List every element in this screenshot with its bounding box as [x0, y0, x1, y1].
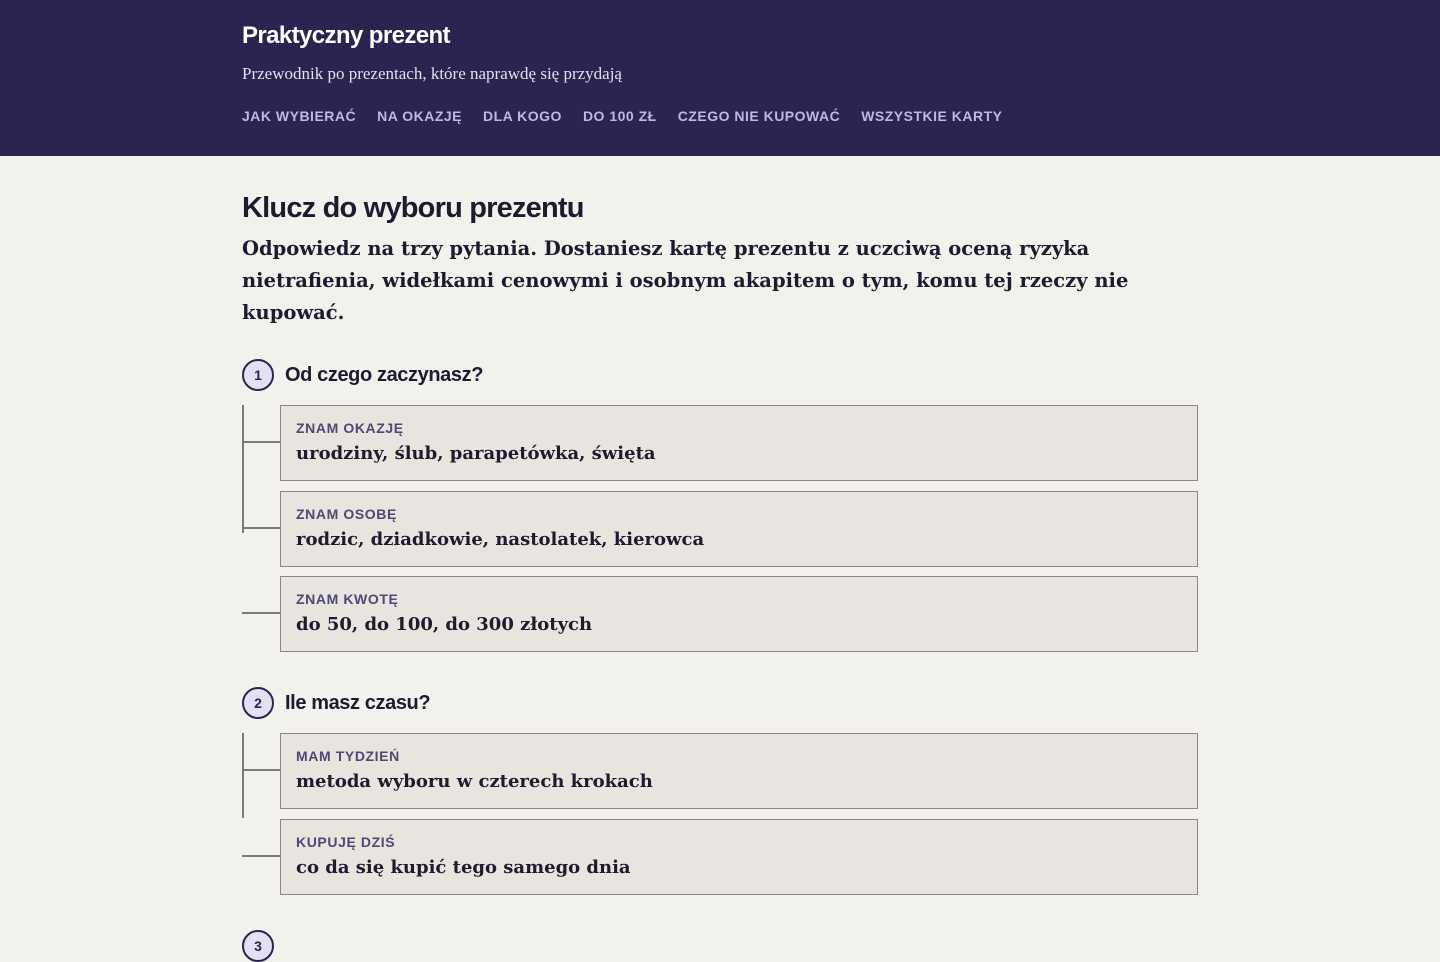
- nav-link-all-cards[interactable]: WSZYSTKIE KARTY: [861, 108, 1002, 124]
- tree-branch-line: [242, 612, 281, 614]
- site-header: Praktyczny prezent Przewodnik po prezent…: [0, 0, 1440, 156]
- step-number-badge: 1: [242, 359, 274, 391]
- option-card-today[interactable]: KUPUJĘ DZIŚ co da się kupić tego samego …: [280, 818, 1198, 895]
- tree-branch-line: [242, 854, 281, 857]
- option-card-occasion[interactable]: ZNAM OKAZJĘ urodziny, ślub, parapetówka,…: [280, 405, 1198, 481]
- option-row: ZNAM OSOBĘ rodzic, dziadkowie, nastolate…: [242, 490, 1198, 567]
- option-row: KUPUJĘ DZIŚ co da się kupić tego samego …: [242, 818, 1198, 895]
- step-number-badge: 3: [242, 929, 274, 962]
- option-text: urodziny, ślub, parapetówka, święta: [296, 443, 656, 464]
- option-card-amount[interactable]: ZNAM KWOTĘ do 50, do 100, do 300 złotych: [280, 576, 1198, 652]
- option-label: KUPUJĘ DZIŚ: [296, 833, 396, 850]
- site-tagline: Przewodnik po prezentach, które naprawdę…: [242, 64, 622, 83]
- main-content: Klucz do wyboru prezentu Odpowiedz na tr…: [242, 156, 1198, 962]
- tree-branch-line: [242, 769, 281, 771]
- option-row: ZNAM OKAZJĘ urodziny, ślub, parapetówka,…: [242, 405, 1198, 481]
- step-question: Ile masz czasu?: [285, 691, 431, 714]
- step-number-badge: 2: [242, 687, 274, 719]
- step-header: 2 Ile masz czasu?: [242, 687, 1198, 719]
- option-label: MAM TYDZIEŃ: [296, 748, 400, 764]
- nav-link-occasion[interactable]: NA OKAZJĘ: [377, 108, 462, 124]
- option-row: MAM TYDZIEŃ metoda wyboru w czterech kro…: [242, 733, 1198, 809]
- main-nav: JAK WYBIERAĆ NA OKAZJĘ DLA KOGO DO 100 Z…: [242, 108, 1002, 124]
- step-3: 3: [242, 929, 1198, 962]
- option-card-week[interactable]: MAM TYDZIEŃ metoda wyboru w czterech kro…: [280, 733, 1198, 809]
- lead-paragraph: Odpowiedz na trzy pytania. Dostaniesz ka…: [242, 237, 1129, 324]
- option-text: do 50, do 100, do 300 złotych: [296, 614, 593, 635]
- step-header: 3: [242, 929, 1198, 962]
- option-label: ZNAM OKAZJĘ: [296, 420, 404, 436]
- site-title[interactable]: Praktyczny prezent: [242, 22, 451, 50]
- step-question: Od czego zaczynasz?: [285, 363, 484, 386]
- step-options: MAM TYDZIEŃ metoda wyboru w czterech kro…: [242, 733, 1198, 895]
- option-label: ZNAM KWOTĘ: [296, 591, 399, 607]
- step-options: ZNAM OKAZJĘ urodziny, ślub, parapetówka,…: [242, 405, 1198, 652]
- option-text: metoda wyboru w czterech krokach: [296, 771, 653, 792]
- nav-link-for-whom[interactable]: DLA KOGO: [483, 108, 562, 124]
- tree-branch-line: [242, 441, 281, 443]
- option-card-person[interactable]: ZNAM OSOBĘ rodzic, dziadkowie, nastolate…: [280, 490, 1198, 567]
- step-header: 1 Od czego zaczynasz?: [242, 359, 1198, 391]
- option-text: rodzic, dziadkowie, nastolatek, kierowca: [296, 528, 705, 550]
- tree-branch-line: [242, 526, 281, 529]
- nav-link-what-not-to-buy[interactable]: CZEGO NIE KUPOWAĆ: [678, 108, 841, 124]
- option-row: ZNAM KWOTĘ do 50, do 100, do 300 złotych: [242, 576, 1198, 652]
- step-2: 2 Ile masz czasu? MAM TYDZIEŃ metoda wyb…: [242, 687, 1198, 895]
- option-text: co da się kupić tego samego dnia: [296, 856, 631, 878]
- nav-link-under-100[interactable]: DO 100 ZŁ: [583, 108, 657, 124]
- nav-link-how-to-choose[interactable]: JAK WYBIERAĆ: [242, 108, 356, 124]
- step-1: 1 Od czego zaczynasz? ZNAM OKAZJĘ urodzi…: [242, 359, 1198, 652]
- option-label: ZNAM OSOBĘ: [296, 505, 397, 522]
- page-title: Klucz do wyboru prezentu: [242, 192, 585, 224]
